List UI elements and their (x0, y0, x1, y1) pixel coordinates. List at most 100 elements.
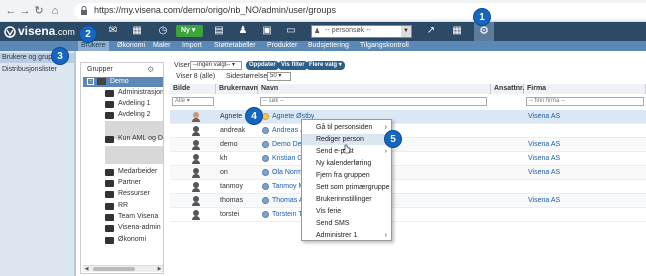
folder-icon (105, 169, 114, 176)
document-icon[interactable]: ▤ (212, 24, 226, 38)
image-filter-select[interactable]: Alle ▾ (172, 97, 214, 106)
table-row[interactable]: demo Demo Der Visena AS (170, 138, 646, 152)
table-row[interactable]: Agnete Agnete Østby Visena AS (170, 110, 646, 124)
user-context-menu: Gå til personsiden › Rediger person Send … (301, 119, 392, 241)
menu-item-stottetabeller[interactable]: Støttetabeller (214, 41, 256, 51)
name-link[interactable]: Andreas J (272, 124, 304, 138)
tree-item-avdeling-1[interactable]: Avdeling 1 (105, 99, 163, 109)
calculator-icon[interactable]: ▦ (450, 24, 464, 38)
company-search-input[interactable]: -- finn firma -- (526, 97, 644, 106)
column-header-navn[interactable]: Navn (258, 84, 491, 94)
menu-item-budsjettering[interactable]: Budsjettering (308, 41, 349, 51)
company-link[interactable]: Visena AS (528, 166, 560, 180)
context-item-send-sms[interactable]: Send SMS (302, 218, 391, 229)
company-link[interactable]: Visena AS (528, 152, 560, 166)
name-link[interactable]: Torstein T (272, 208, 303, 222)
table-row[interactable]: on Ola Norma Visena AS (170, 166, 646, 180)
sidebar-item-distribusjonslister[interactable]: Distribusjonslister (0, 65, 74, 75)
name-search-input[interactable]: -- søk -- (260, 97, 487, 106)
tree-item-rr[interactable]: RR (105, 201, 163, 211)
tree-item-partner[interactable]: Partner (105, 178, 163, 188)
chevron-down-icon: ▾ (278, 73, 282, 79)
flere-valg-button[interactable]: Flere valg ▾ (306, 61, 345, 70)
mail-icon[interactable]: ✉ (106, 24, 120, 38)
name-link[interactable]: Tanmoy M (272, 180, 304, 194)
tree-item-ressurser[interactable]: Ressurser (105, 189, 163, 199)
company-link[interactable]: Visena AS (528, 194, 560, 208)
scroll-left-icon[interactable]: ◀ (83, 266, 90, 272)
table-row[interactable]: torstei Torstein T (170, 208, 646, 222)
context-item-fjern-fra-gruppen[interactable]: Fjern fra gruppen (302, 170, 391, 181)
people-icon[interactable]: ♟ (236, 24, 250, 38)
briefcase-icon[interactable]: ▣ (260, 24, 274, 38)
tree-item-kun-aml[interactable]: Kun AML og Dig (105, 134, 163, 144)
table-row[interactable]: andreak Andreas J (170, 124, 646, 138)
tree-item-team-visena[interactable]: Team Visena (105, 212, 163, 222)
table-row[interactable]: tanmoy Tanmoy M (170, 180, 646, 194)
name-link[interactable]: Demo Der (272, 138, 304, 152)
tree-item-medarbeider[interactable]: Medarbeider (105, 167, 163, 177)
context-item-sett-som-primaergruppe[interactable]: Sett som primærgruppe (302, 182, 391, 193)
name-link[interactable]: Thomas A (272, 194, 304, 208)
oppdater-button[interactable]: Oppdater (246, 61, 279, 70)
tree-item-administrasjon[interactable]: Administrasjon (105, 88, 163, 98)
scroll-right-icon[interactable]: ▶ (156, 266, 163, 272)
user-status-icon (262, 169, 269, 176)
menu-item-tilgangskontroll[interactable]: Tilgangskontroll (360, 41, 409, 51)
gear-icon[interactable]: ⚙ (147, 65, 154, 74)
company-link[interactable]: Visena AS (528, 110, 560, 124)
avatar (192, 154, 200, 164)
context-item-ny-kalenderforing[interactable]: Ny kalenderføring (302, 158, 391, 169)
tree-root-demo[interactable]: - Demo (83, 77, 163, 87)
forward-icon[interactable]: → (18, 4, 32, 18)
menu-item-produkter[interactable]: Produkter (267, 41, 297, 51)
context-item-brukerinnstillinger[interactable]: Brukerinnstillinger (302, 194, 391, 205)
user-status-icon (262, 197, 269, 204)
home-icon[interactable]: ⌂ (48, 4, 62, 18)
menu-item-maler[interactable]: Maler (153, 41, 171, 51)
annotation-badge-2: 2 (79, 25, 97, 43)
column-header-bilde[interactable]: Bilde (170, 84, 216, 94)
context-item-ga-til-personsiden[interactable]: Gå til personsiden › (302, 122, 391, 133)
viser-select[interactable]: --Ingen valgt-- ▾ (190, 61, 242, 70)
table-row[interactable]: thomas Thomas A Visena AS (170, 194, 646, 208)
menu-item-import[interactable]: Import (182, 41, 202, 51)
menu-item-okonomi[interactable]: Økonomi (117, 41, 145, 51)
chevron-right-icon: › (384, 232, 387, 239)
person-icon: ♟ (314, 28, 321, 35)
user-status-icon (262, 211, 269, 218)
collapse-icon[interactable]: - (87, 78, 94, 85)
scroll-thumb[interactable] (93, 267, 135, 271)
new-button[interactable]: Ny ▾ (176, 25, 203, 37)
name-link[interactable]: Kristian G (272, 152, 303, 166)
folder-icon (105, 112, 114, 119)
tree-horizontal-scrollbar[interactable]: ◀ ▶ (83, 265, 163, 272)
chart-icon[interactable]: ↗ (424, 24, 438, 38)
column-header-ansattnr[interactable]: Ansattnr. (491, 84, 524, 94)
calendar-icon[interactable]: ▦ (130, 24, 144, 38)
username-cell: kh (220, 155, 228, 162)
person-search-select[interactable]: ♟ -- personsøk -- ▼ (311, 25, 412, 38)
company-link[interactable]: Visena AS (528, 138, 560, 152)
username-cell: on (220, 169, 228, 176)
address-bar[interactable]: https://my.visena.com/demo/origo/nb_NO/a… (74, 3, 646, 19)
column-header-brukernavn[interactable]: Brukernavn (216, 84, 258, 94)
avatar (192, 210, 200, 220)
table-row[interactable]: kh Kristian G Visena AS (170, 152, 646, 166)
folder-icon (105, 203, 114, 210)
menu-item-brukere[interactable]: Brukere (78, 41, 109, 51)
tree-item-okonomi[interactable]: Økonomi (105, 235, 163, 245)
visena-logo[interactable]: visena.com (4, 24, 75, 39)
tree-item-visena-admin[interactable]: Visena-admin (105, 223, 163, 233)
avatar (192, 196, 200, 206)
page-size-select[interactable]: 50 ▾ (267, 72, 291, 81)
reload-icon[interactable]: ↻ (32, 4, 46, 18)
back-icon[interactable]: ← (4, 4, 18, 18)
context-item-administrer[interactable]: Administrer 1 › (302, 230, 391, 241)
column-header-firma[interactable]: Firma (524, 84, 646, 94)
context-item-vis-ferie[interactable]: Vis ferie (302, 206, 391, 217)
folder-icon[interactable]: ▭ (284, 24, 298, 38)
clock-icon[interactable]: ◷ (156, 24, 170, 38)
vis-filter-button[interactable]: Vis filter (278, 61, 308, 70)
tree-item-avdeling-2[interactable]: Avdeling 2 (105, 110, 163, 120)
